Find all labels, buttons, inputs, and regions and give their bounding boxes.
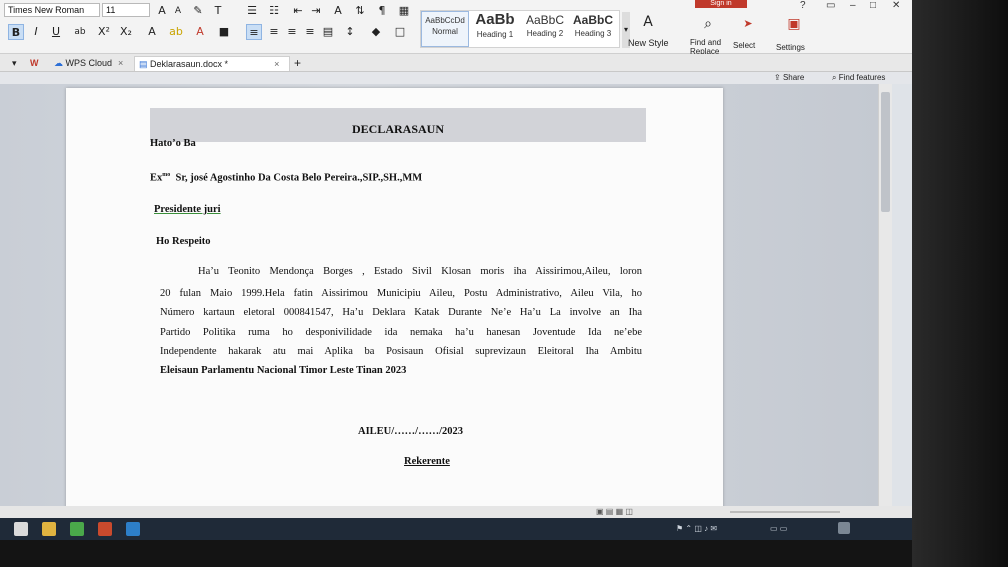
grow-font-icon[interactable]: A xyxy=(154,3,170,19)
vertical-scrollbar[interactable] xyxy=(878,84,892,514)
cloud-icon: ☁ xyxy=(54,58,66,68)
body-line: Ha’u Teonito Mendonça Borges , Estado Si… xyxy=(198,266,642,277)
tab-wps-cloud[interactable]: ☁ WPS Cloud × xyxy=(50,56,127,71)
close-tab-icon[interactable]: × xyxy=(118,58,123,68)
recipient-line: Hato’o Ba xyxy=(150,138,196,149)
position-line: Presidente juri xyxy=(154,204,221,215)
minimize-icon[interactable]: – xyxy=(850,0,856,11)
settings-button[interactable]: Settings xyxy=(776,43,805,52)
underline-icon[interactable]: U xyxy=(48,24,64,40)
system-tray-icons[interactable]: ⚑ ⌃ ◫ ♪ ✉ xyxy=(676,524,717,533)
monitor-bezel xyxy=(912,0,1008,567)
style-heading-2[interactable]: AaBbC Heading 2 xyxy=(521,11,569,47)
clock-area[interactable]: ▭ ▭ xyxy=(770,524,787,533)
text-effect-icon[interactable]: T xyxy=(210,3,226,19)
borders-icon[interactable]: □ xyxy=(392,24,408,40)
distributed-icon[interactable]: ▤ xyxy=(320,24,336,40)
superscript-icon[interactable]: X² xyxy=(96,24,112,40)
line-spacing-icon[interactable]: ↕ xyxy=(342,24,358,40)
taskbar: ⚑ ⌃ ◫ ♪ ✉ ▭ ▭ xyxy=(0,518,912,540)
select-icon[interactable]: ➤ xyxy=(740,16,756,32)
align-right-icon[interactable]: ≡ xyxy=(284,24,300,40)
sort-icon[interactable]: ⇅ xyxy=(352,3,368,19)
close-icon[interactable]: ✕ xyxy=(892,0,900,11)
place-date: AILEU/……/……/2023 xyxy=(358,426,464,437)
bold-icon[interactable]: B xyxy=(8,24,24,40)
body-line: Eleisaun Parlamentu Nacional Timor Leste… xyxy=(160,365,407,376)
restore-icon[interactable]: □ xyxy=(870,0,876,11)
tab-menu-icon[interactable]: ▾ xyxy=(8,56,21,71)
monitor-screen: Times New Roman 11 A A ✎ T ☰ ☷ ⇤ ⇥ A ⇅ ¶… xyxy=(0,0,912,540)
body-line: 20 fulan Maio 1999.Hela fatin Aissirimou… xyxy=(160,288,642,299)
share-icon: ⇪ xyxy=(774,73,783,82)
monitor-bezel-bottom xyxy=(0,540,912,567)
secondary-bar: ⇪ Share ⌕ Find features xyxy=(0,72,912,84)
file-explorer-icon[interactable] xyxy=(42,522,56,536)
style-heading-1[interactable]: AaBb Heading 1 xyxy=(471,11,519,47)
strikethrough-icon[interactable]: ab xyxy=(72,24,88,40)
tab-label: Deklarasaun.docx * xyxy=(150,59,229,69)
justify-icon[interactable]: ≡ xyxy=(302,24,318,40)
help-icon[interactable]: ? xyxy=(800,0,806,11)
select-button[interactable]: Select xyxy=(733,41,755,50)
styles-gallery: AaBbCcDd Normal AaBb Heading 1 AaBbC Hea… xyxy=(420,10,620,48)
table-icon[interactable]: ▦ xyxy=(396,3,412,19)
change-case-icon[interactable]: A xyxy=(330,3,346,19)
clear-format-icon[interactable]: ✎ xyxy=(190,3,206,19)
body-line: Partido Politika ruma ho desponivilidade… xyxy=(160,327,642,338)
numbering-icon[interactable]: ☷ xyxy=(266,3,282,19)
body-line: Número kartaun eletoral 000841547, Ha’u … xyxy=(160,307,642,318)
subscript-icon[interactable]: X₂ xyxy=(118,24,134,40)
close-tab-icon[interactable]: × xyxy=(274,59,279,69)
notifications-icon[interactable] xyxy=(838,522,850,534)
view-mode-icons[interactable]: ▣ ▤ ▦ ◫ xyxy=(596,507,633,516)
document-title: DECLARASAUN xyxy=(352,122,445,136)
tab-label: WPS Cloud xyxy=(65,58,113,68)
start-icon[interactable] xyxy=(14,522,28,536)
zoom-slider[interactable] xyxy=(730,511,840,513)
shrink-font-icon[interactable]: A xyxy=(170,3,186,19)
italic-icon[interactable]: I xyxy=(28,24,44,40)
highlight-icon[interactable]: ab xyxy=(168,24,184,40)
body-line: Independente hakarak atu mai Aplika ba P… xyxy=(160,346,642,357)
new-tab-icon[interactable]: + xyxy=(290,54,305,70)
wps-writer-icon[interactable] xyxy=(98,522,112,536)
font-size-select[interactable]: 11 xyxy=(102,3,150,17)
bullets-icon[interactable]: ☰ xyxy=(244,3,260,19)
style-normal[interactable]: AaBbCcDd Normal xyxy=(421,11,469,47)
fill-color-icon[interactable]: ◆ xyxy=(368,24,384,40)
increase-indent-icon[interactable]: ⇥ xyxy=(308,3,324,19)
app-icon[interactable] xyxy=(70,522,84,536)
align-center-icon[interactable]: ≡ xyxy=(266,24,282,40)
font-name-select[interactable]: Times New Roman xyxy=(4,3,100,17)
app-icon[interactable] xyxy=(126,522,140,536)
ribbon-toolbar: Times New Roman 11 A A ✎ T ☰ ☷ ⇤ ⇥ A ⇅ ¶… xyxy=(0,0,912,56)
ribbon-display-icon[interactable]: ▭ xyxy=(826,0,835,11)
show-marks-icon[interactable]: ¶ xyxy=(374,3,390,19)
find-features-button[interactable]: ⌕ Find features xyxy=(832,73,885,83)
align-left-icon[interactable]: ≡ xyxy=(246,24,262,40)
new-style-button[interactable]: New Style xyxy=(628,38,669,48)
signature-label: Rekerente xyxy=(404,456,450,467)
settings-icon[interactable]: ▣ xyxy=(786,16,802,32)
scroll-thumb[interactable] xyxy=(881,92,890,212)
decrease-indent-icon[interactable]: ⇤ xyxy=(290,3,306,19)
find-replace-icon[interactable]: ⌕ xyxy=(700,16,716,32)
shading-icon[interactable]: ■ xyxy=(216,24,232,40)
wps-logo-icon[interactable]: W xyxy=(26,56,43,71)
document-tab-bar: ▾ W ☁ WPS Cloud × ▤ Deklarasaun.docx * × + xyxy=(0,54,912,72)
style-heading-3[interactable]: AaBbC Heading 3 xyxy=(569,11,617,47)
tab-deklarasaun[interactable]: ▤ Deklarasaun.docx * × xyxy=(134,56,290,71)
greeting-line: Ho Respeito xyxy=(156,236,211,247)
addressee-line: Exmo Sr, josé Agostinho Da Costa Belo Pe… xyxy=(150,172,423,184)
new-style-icon[interactable]: A xyxy=(640,14,656,30)
sign-in-button[interactable]: Sign in xyxy=(695,0,747,8)
search-icon: ⌕ xyxy=(832,73,839,82)
document-page[interactable] xyxy=(66,88,723,514)
share-button[interactable]: ⇪ Share xyxy=(774,73,804,82)
status-bar: ▣ ▤ ▦ ◫ xyxy=(0,506,912,518)
doc-icon: ▤ xyxy=(139,59,151,69)
text-effects-icon[interactable]: A xyxy=(144,24,160,40)
font-color-icon[interactable]: A xyxy=(192,24,208,40)
